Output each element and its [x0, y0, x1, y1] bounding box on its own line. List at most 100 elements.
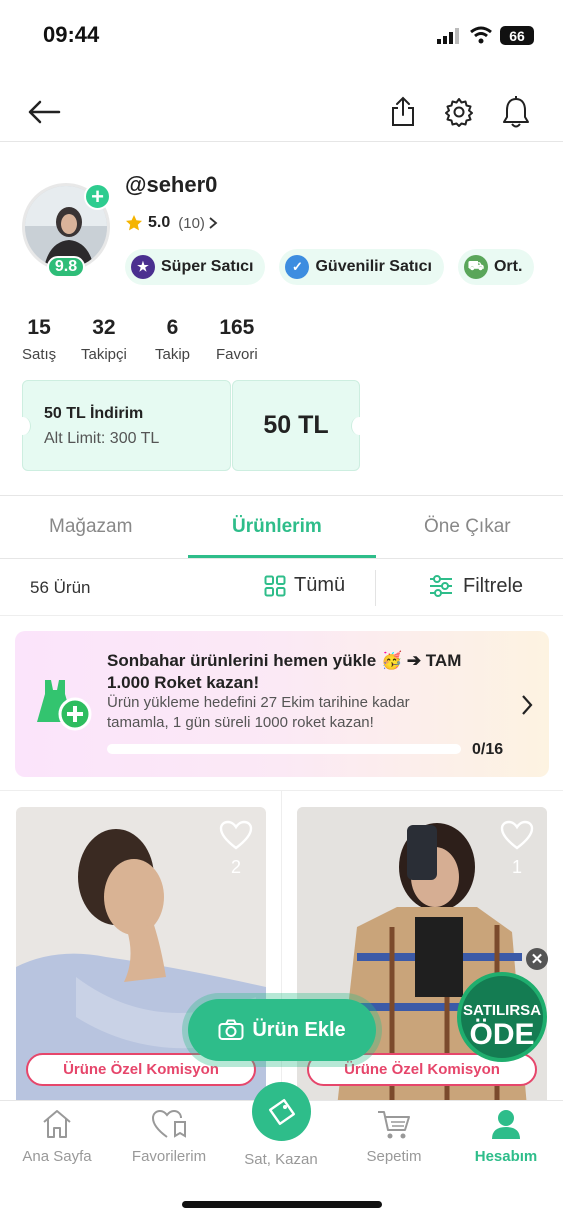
heart-list-icon [151, 1109, 186, 1138]
star-icon [126, 215, 142, 231]
coupon-amount: 50 TL [263, 411, 329, 439]
stat-label: Takipçi [81, 346, 127, 363]
top-bar [0, 80, 563, 142]
all-label: Tümü [294, 574, 346, 596]
tag-icon [268, 1098, 295, 1125]
chevron-right-icon[interactable] [519, 694, 535, 716]
close-icon[interactable]: ✕ [526, 948, 548, 970]
review-count: (10) [178, 214, 205, 232]
add-product-button[interactable]: Ürün Ekle [188, 999, 376, 1061]
like-count: 2 [230, 857, 241, 877]
stat-sales[interactable]: 15 Satış [22, 316, 56, 363]
home-icon [43, 1110, 71, 1138]
rating-value: 5.0 [148, 214, 171, 231]
coupon-notch [351, 417, 367, 435]
promo-progress-text: 0/16 [472, 741, 504, 758]
star-badge-icon: ★ [131, 255, 155, 279]
check-badge-icon: ✓ [285, 255, 310, 279]
home-indicator [182, 1201, 382, 1208]
notifications-button[interactable] [497, 93, 535, 131]
dress-plus-icon [37, 680, 92, 731]
status-bar: 09:44 66 [0, 0, 563, 70]
nav-home[interactable]: Ana Sayfa [2, 1108, 112, 1165]
grid-icon [264, 575, 286, 596]
all-products-button[interactable]: Tümü [264, 574, 345, 597]
sliders-icon [430, 575, 452, 597]
favorite-button[interactable]: 2 [218, 820, 254, 878]
nav-favorites[interactable]: Favorilerim [114, 1108, 224, 1165]
nav-cart[interactable]: Sepetim [339, 1108, 449, 1165]
stat-value: 165 [219, 316, 255, 339]
tab-promote[interactable]: Öne Çıkar [424, 516, 511, 538]
badge-average[interactable]: ⛟ Ort. [457, 249, 535, 285]
like-count: 1 [511, 857, 522, 877]
follow-plus-button[interactable]: + [84, 183, 111, 210]
gear-icon [445, 98, 473, 127]
promo-progress-bar [107, 744, 461, 754]
product-count: 56 Ürün [30, 578, 91, 597]
bell-icon [503, 96, 529, 128]
filter-label: Filtrele [463, 574, 524, 597]
share-icon [392, 96, 414, 126]
settings-button[interactable] [441, 94, 477, 130]
badge-line-1: SATILIRSA [462, 1002, 542, 1019]
heart-icon [500, 820, 534, 850]
nav-label: Sat, Kazan [244, 1151, 318, 1168]
wifi-icon [470, 26, 492, 44]
badge-label: Süper Satıcı [161, 258, 254, 275]
share-button[interactable] [386, 92, 420, 130]
add-product-label: Ürün Ekle [252, 1018, 346, 1041]
nav-sell-earn[interactable]: Sat, Kazan [226, 1143, 336, 1168]
badge-line-2: ÖDE [469, 1018, 535, 1051]
seller-badges: ★ Süper Satıcı ✓ Güvenilir Satıcı ⛟ Ort. [125, 249, 543, 285]
sell-earn-button[interactable] [252, 1082, 311, 1141]
stat-followers[interactable]: 32 Takipçi [81, 316, 127, 363]
tab-store[interactable]: Mağazam [49, 516, 132, 538]
active-tab-indicator [188, 555, 376, 558]
seller-score-badge: 9.8 [47, 256, 85, 278]
chevron-right-icon [209, 217, 218, 229]
username: @seher0 [125, 172, 218, 197]
signal-icon [437, 28, 459, 44]
stat-label: Favori [216, 346, 258, 363]
coupon-title: 50 TL İndirim [44, 405, 144, 422]
favorite-button[interactable]: 1 [499, 820, 535, 878]
heart-icon [219, 820, 253, 850]
badge-label: Ort. [493, 258, 523, 275]
badge-label: Güvenilir Satıcı [315, 258, 432, 275]
stat-favorites[interactable]: 165 Favori [216, 316, 258, 363]
nav-label: Favorilerim [131, 1148, 207, 1165]
nav-account[interactable]: Hesabım [451, 1108, 561, 1165]
filter-button[interactable]: Filtrele [429, 574, 523, 598]
cart-icon [378, 1111, 410, 1139]
coupon-card[interactable]: 50 TL İndirim Alt Limit: 300 TL [15, 380, 231, 471]
stat-value: 32 [92, 316, 116, 339]
person-icon [492, 1110, 520, 1139]
coupon-notch [15, 417, 31, 435]
stat-value: 15 [27, 316, 51, 339]
back-button[interactable] [24, 94, 64, 130]
promo-description: Ürün yükleme hedefini 27 Ekim tarihine k… [107, 694, 410, 731]
divider [375, 570, 376, 606]
arrow-left-icon [28, 100, 61, 124]
battery-level: 66 [509, 27, 525, 44]
truck-badge-icon: ⛟ [463, 255, 488, 279]
camera-icon [218, 1019, 244, 1040]
sell-then-pay-badge[interactable]: SATILIRSA ÖDE [457, 972, 547, 1062]
status-time: 09:44 [43, 22, 100, 47]
battery-icon: 66 [500, 26, 534, 45]
filter-row: 56 Ürün Tümü Filtrele [0, 560, 563, 616]
stat-value: 6 [166, 316, 179, 339]
coupon-limit: Alt Limit: 300 TL [44, 430, 160, 447]
coupon-amount-card[interactable]: 50 TL [232, 380, 367, 471]
badge-super-seller[interactable]: ★ Süper Satıcı [125, 249, 266, 285]
tab-my-products[interactable]: Ürünlerim [232, 516, 322, 538]
promo-title: Sonbahar ürünlerini hemen yükle 🥳 ➔ TAM … [107, 651, 462, 692]
stat-label: Satış [22, 346, 57, 363]
stat-following[interactable]: 6 Takip [155, 316, 190, 363]
nav-label: Sepetim [366, 1148, 422, 1165]
stat-label: Takip [155, 346, 191, 363]
rating-row[interactable]: 5.0 (10) [125, 214, 219, 232]
badge-trusted-seller[interactable]: ✓ Güvenilir Satıcı [279, 249, 444, 285]
nav-label: Hesabım [474, 1148, 538, 1165]
